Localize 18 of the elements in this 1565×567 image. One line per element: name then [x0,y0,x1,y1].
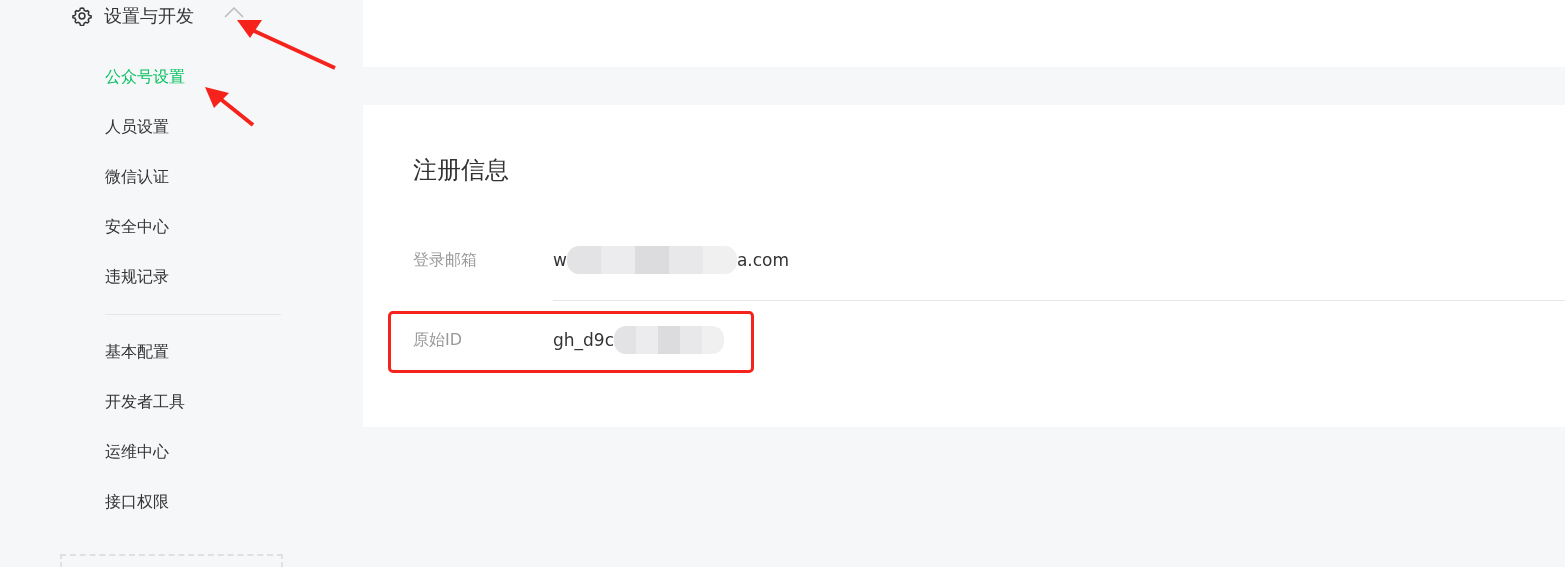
sidebar-item[interactable]: 安全中心 [105,202,169,252]
sidebar-item[interactable]: 基本配置 [105,326,169,377]
settings-icon [72,6,92,26]
field-label: 原始ID [413,329,464,351]
menu-group-label[interactable]: 设置与开发 [104,4,194,28]
sidebar-item[interactable]: 开发者工具 [105,376,185,427]
chevron-up-icon[interactable] [224,6,244,18]
field-value: gh_d9c [553,330,615,350]
sidebar-item[interactable]: 接口权限 [105,476,169,527]
sidebar-item[interactable]: 违规记录 [105,252,169,302]
sidebar-item[interactable]: 人员设置 [105,102,169,152]
annotation-arrow [205,87,255,127]
field-value: a.com [736,249,790,270]
field-value: w [553,249,567,270]
sidebar-item[interactable]: 微信认证 [105,152,169,202]
field-label: 登录邮箱 [413,249,478,271]
card-title: 注册信息 [413,155,509,186]
sidebar-item[interactable]: 运维中心 [105,426,169,477]
